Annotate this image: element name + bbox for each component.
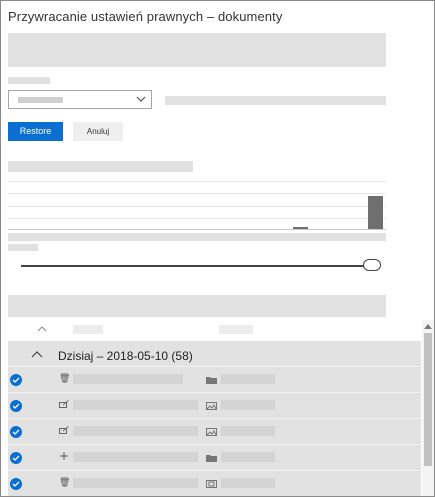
filename-placeholder <box>73 374 183 384</box>
column-header-placeholder[interactable] <box>73 325 103 334</box>
image-icon <box>206 402 217 410</box>
list-item[interactable]: 🗑 <box>8 366 421 393</box>
cancel-button[interactable]: Anuluj <box>73 122 123 141</box>
chart-baseline <box>8 229 386 230</box>
location-placeholder <box>221 452 275 462</box>
column-header-placeholder[interactable] <box>219 325 253 334</box>
restore-button[interactable]: Restore <box>8 122 63 141</box>
sort-chevron-up-icon[interactable] <box>37 325 47 333</box>
file-list: Dzisiaj – 2018-05-10 (58) 🗑 🗑 <box>8 341 421 496</box>
description-placeholder <box>8 33 386 67</box>
list-scrollbar[interactable] <box>422 320 434 496</box>
scrollbar-thumb[interactable] <box>424 333 432 466</box>
edit-icon <box>59 426 69 434</box>
date-range-select[interactable] <box>8 90 152 109</box>
chart-gridline <box>8 181 386 182</box>
time-range-slider[interactable] <box>21 259 383 271</box>
edit-icon <box>59 400 69 408</box>
filename-placeholder <box>73 426 198 436</box>
location-placeholder <box>221 478 275 488</box>
field-label-placeholder <box>8 77 50 84</box>
checkmark-icon[interactable] <box>10 400 22 412</box>
chevron-down-icon <box>136 96 146 102</box>
folder-icon <box>206 377 217 384</box>
slider-handle[interactable] <box>363 259 381 271</box>
chart-title-placeholder <box>8 161 193 172</box>
checkmark-icon[interactable] <box>10 478 22 490</box>
list-item[interactable] <box>8 392 421 419</box>
trash-icon: 🗑 <box>59 477 71 487</box>
image-icon <box>206 428 217 436</box>
list-item[interactable] <box>8 444 421 471</box>
location-placeholder <box>221 400 275 410</box>
plus-icon <box>60 452 68 460</box>
chart-caption-placeholder <box>8 244 38 251</box>
group-date-label: Dzisiaj – 2018-05-10 (58) <box>58 349 193 363</box>
chevron-up-icon[interactable] <box>31 350 43 358</box>
checkmark-icon[interactable] <box>10 452 22 464</box>
activity-chart <box>8 181 386 231</box>
list-item[interactable] <box>8 418 421 445</box>
chart-gridline <box>8 193 386 194</box>
select-value-placeholder <box>18 97 63 103</box>
location-placeholder <box>221 426 275 436</box>
chart-gridline <box>8 206 386 207</box>
slider-track <box>21 265 373 267</box>
trash-icon: 🗑 <box>59 373 71 383</box>
chart-axis-placeholder <box>8 233 386 241</box>
checkmark-icon[interactable] <box>10 374 22 386</box>
folder-icon <box>206 455 217 462</box>
list-item[interactable]: 🗑 <box>8 470 421 496</box>
checkmark-icon[interactable] <box>10 426 22 438</box>
list-toolbar-placeholder <box>8 295 386 317</box>
chart-bar <box>368 196 383 229</box>
scroll-up-icon[interactable] <box>424 323 432 329</box>
document-icon <box>206 480 217 488</box>
panel-title: Przywracanie ustawień prawnych – dokumen… <box>8 9 283 24</box>
chart-bar <box>293 227 308 229</box>
filename-placeholder <box>73 478 198 488</box>
group-header[interactable]: Dzisiaj – 2018-05-10 (58) <box>8 341 421 368</box>
filename-placeholder <box>73 400 198 410</box>
location-placeholder <box>221 374 275 384</box>
filename-placeholder <box>73 452 198 462</box>
chart-gridline <box>8 218 386 219</box>
restore-panel: Przywracanie ustawień prawnych – dokumen… <box>0 0 435 497</box>
select-description-placeholder <box>165 96 386 105</box>
